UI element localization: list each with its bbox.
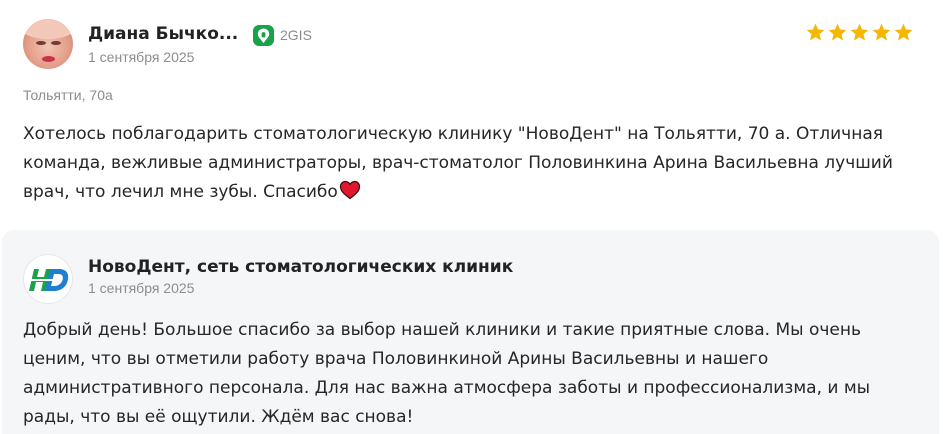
review-text: Хотелось поблагодарить стоматологическую… [23, 120, 923, 207]
author-name[interactable]: Диана Бычко... [88, 24, 238, 44]
star-icon [872, 23, 891, 41]
reply-author[interactable]: НовоДент, сеть стоматологических клиник [88, 257, 513, 277]
star-icon [828, 23, 847, 41]
heart-icon [339, 180, 360, 200]
avatar[interactable] [23, 19, 73, 69]
rating-stars [805, 22, 914, 43]
novodent-logo[interactable] [23, 254, 73, 304]
location-label: Тольятти, 70а [23, 87, 113, 103]
review-card: Диана Бычко... 2GIS 1 сентября 2025 Толь… [0, 0, 943, 434]
2gis-icon [253, 25, 274, 46]
reply-date: 1 сентября 2025 [88, 280, 195, 296]
star-icon [850, 23, 869, 41]
review-text-body: Хотелось поблагодарить стоматологическую… [23, 124, 893, 202]
review-date: 1 сентября 2025 [88, 49, 195, 65]
star-icon [806, 23, 825, 41]
source-label: 2GIS [280, 27, 312, 43]
star-icon [894, 23, 913, 41]
reply-text: Добрый день! Большое спасибо за выбор на… [23, 320, 871, 427]
